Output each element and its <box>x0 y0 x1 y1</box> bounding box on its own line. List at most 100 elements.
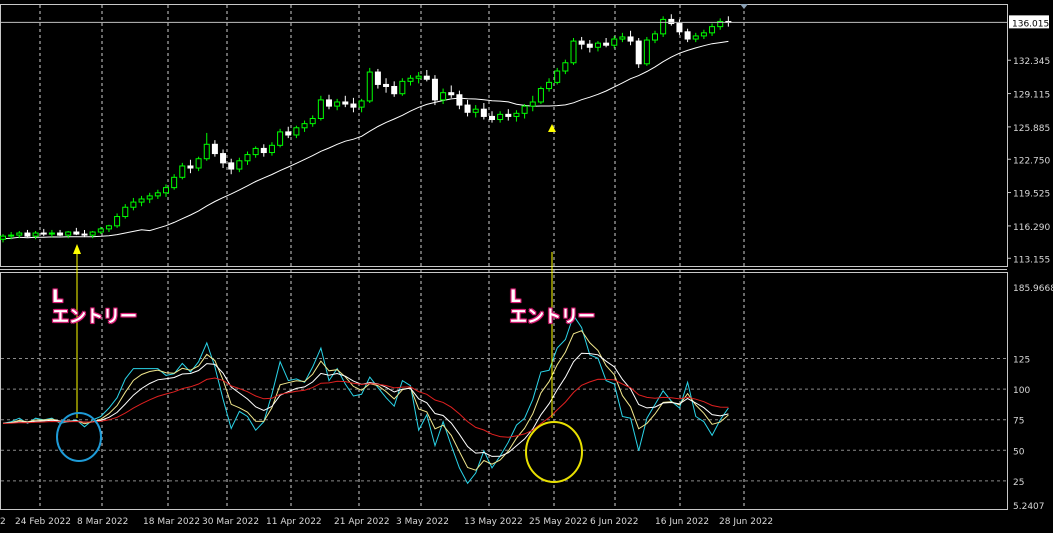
candle-bull <box>554 70 561 83</box>
x-tick-label: 11 Apr 2022 <box>266 517 322 527</box>
candle-bear <box>326 99 332 107</box>
candle-bull <box>415 75 422 79</box>
price-tick-label: 113.155 <box>1013 255 1050 265</box>
candle-bull <box>97 228 104 233</box>
candle-bull <box>0 235 6 240</box>
candle-bear <box>627 36 634 42</box>
oscillator-tick-label: 185.9668 <box>1013 284 1053 294</box>
candle-bull <box>594 42 601 48</box>
x-tick-label: 3 May 2022 <box>396 517 449 527</box>
candle-bull <box>309 117 316 125</box>
x-tick-label: 13 May 2022 <box>464 517 523 527</box>
candle-bull <box>546 81 553 90</box>
candle-bull <box>358 100 365 108</box>
price-tick-label: 129.115 <box>1013 91 1050 101</box>
candle-bear <box>676 23 683 33</box>
price-tick-label: 119.525 <box>1013 190 1050 200</box>
candle-bear <box>586 43 593 48</box>
x-tick-label: 25 May 2022 <box>529 517 588 527</box>
oscillator-tick-label: 25 <box>1013 478 1024 488</box>
candle-bull <box>154 192 161 197</box>
entry-annotation-1-line1: L <box>52 287 63 307</box>
oscillator-tick-label: 75 <box>1013 417 1024 427</box>
candle-bull <box>652 33 658 41</box>
candle-bear <box>24 232 31 237</box>
price-tick-label: 125.885 <box>1013 124 1050 134</box>
candle-bear <box>464 104 471 113</box>
oscillator-tick-label: 100 <box>1013 386 1030 396</box>
x-tick-label: 30 Mar 2022 <box>202 517 259 527</box>
x-tick-label: 8 Mar 2022 <box>77 517 128 527</box>
candle-bull <box>203 143 210 160</box>
candle-bear <box>342 101 349 105</box>
candle-bull <box>611 38 618 46</box>
candle-bear <box>228 162 235 170</box>
candle-bull <box>48 232 55 235</box>
price-tick-label: 122.750 <box>1013 156 1050 166</box>
candle-bull <box>692 35 699 40</box>
candle-bear <box>350 103 357 108</box>
trading-chart[interactable]: 136.015 132.345 129.115 125.885 122.750 119.5… <box>0 0 1053 533</box>
candle-bear <box>285 131 292 136</box>
candle-bull <box>293 127 300 136</box>
candle-bull <box>89 231 96 236</box>
candle-bear <box>211 143 218 155</box>
candle-bull <box>700 32 707 37</box>
candle-bear <box>81 233 88 236</box>
entry-annotation-2: L エントリー <box>510 287 595 327</box>
x-tick-label: 28 Jun 2022 <box>719 517 773 527</box>
candle-bull <box>334 101 341 107</box>
x-tick-label: 24 Feb 2022 <box>15 517 71 527</box>
candle-bull <box>268 144 275 154</box>
candle-bull <box>440 92 447 101</box>
candle-bull <box>497 113 504 121</box>
candle-bear <box>456 94 463 106</box>
candle-bull <box>236 160 243 170</box>
candle-bear <box>391 85 398 95</box>
candle-bull <box>562 62 569 72</box>
candle-bear <box>73 231 80 235</box>
x-tick-label: 16 Jun 2022 <box>655 517 709 527</box>
candle-bull <box>366 71 373 102</box>
candle-bull <box>643 39 650 65</box>
candle-bull <box>130 201 137 208</box>
candle-bull <box>114 216 121 227</box>
candle-bear <box>374 71 381 85</box>
candle-bear <box>187 165 194 169</box>
candle-bull <box>138 198 145 203</box>
entry-annotation-1-line2: エントリー <box>52 307 137 327</box>
candle-bull <box>146 195 153 200</box>
candle-bear <box>383 83 390 87</box>
candle-bull <box>570 40 577 64</box>
candle-bear <box>668 18 675 25</box>
candle-bear <box>578 40 585 45</box>
candle-bear <box>480 108 487 117</box>
candle-bear <box>260 147 267 154</box>
candle-bull <box>32 232 39 237</box>
candle-bear <box>57 232 64 236</box>
candle-bull <box>472 108 479 113</box>
candle-bull <box>65 231 72 236</box>
candle-bull <box>521 105 528 114</box>
candle-bear <box>635 40 642 65</box>
candle-bull <box>179 165 186 178</box>
x-tick-label: 6 Jun 2022 <box>590 517 638 527</box>
candle-bull <box>252 147 259 156</box>
x-tick-label: 2 <box>0 517 6 527</box>
candle-bear <box>448 92 455 96</box>
candle-bear <box>431 78 438 101</box>
x-tick-label: 21 Apr 2022 <box>334 517 390 527</box>
candle-bear <box>684 31 691 40</box>
candle-bull <box>277 131 284 146</box>
candle-bear <box>220 153 227 164</box>
candle-bull <box>244 154 251 162</box>
candle-bear <box>489 115 495 121</box>
candle-bull <box>709 26 716 34</box>
candle-bull <box>16 232 23 236</box>
x-tick-label: 18 Mar 2022 <box>143 517 200 527</box>
candle-bull <box>537 88 544 103</box>
candle-bull <box>8 234 15 237</box>
candle-bull <box>317 99 324 119</box>
oscillator-tick-label: 125 <box>1013 356 1030 366</box>
candle-bull <box>513 112 520 117</box>
